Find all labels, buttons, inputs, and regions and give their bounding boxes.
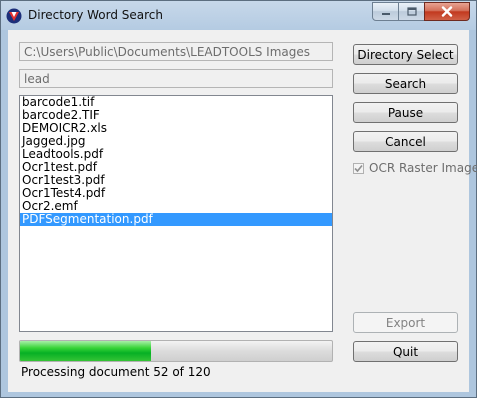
export-button[interactable]: Export <box>353 312 458 333</box>
ocr-raster-label: OCR Raster Images <box>369 161 477 175</box>
close-icon <box>441 6 453 17</box>
list-item[interactable]: PDFSegmentation.pdf <box>20 213 332 226</box>
search-button[interactable]: Search <box>353 73 458 94</box>
maximize-button[interactable] <box>398 2 425 21</box>
checkmark-icon <box>354 164 363 172</box>
close-button[interactable] <box>424 2 470 21</box>
directory-path-field[interactable]: C:\Users\Public\Documents\LEADTOOLS Imag… <box>19 42 333 61</box>
pause-button[interactable]: Pause <box>353 102 458 123</box>
leadtools-logo-icon <box>6 8 22 24</box>
progress-bar-fill <box>20 341 152 361</box>
file-results-list[interactable]: barcode1.tif barcode2.TIF DEMOICR2.xls Jagg… <box>19 95 333 332</box>
app-window: Directory Word Search C:\Users\Public\Do… <box>0 0 477 398</box>
quit-button[interactable]: Quit <box>353 341 458 362</box>
minimize-button[interactable] <box>372 2 399 21</box>
dialog-client-area: C:\Users\Public\Documents\LEADTOOLS Imag… <box>8 30 477 392</box>
minimize-icon <box>381 12 390 15</box>
status-text: Processing document 52 of 120 <box>21 365 211 379</box>
ocr-raster-checkbox[interactable] <box>353 162 364 174</box>
window-title: Directory Word Search <box>28 8 164 22</box>
cancel-button[interactable]: Cancel <box>353 131 458 152</box>
progress-bar <box>19 340 333 362</box>
search-term-field[interactable]: lead <box>19 69 333 88</box>
title-bar[interactable]: Directory Word Search <box>1 1 476 30</box>
maximize-icon <box>406 7 417 16</box>
ocr-raster-option[interactable]: OCR Raster Images <box>353 160 477 176</box>
directory-select-button[interactable]: Directory Select <box>353 44 458 65</box>
